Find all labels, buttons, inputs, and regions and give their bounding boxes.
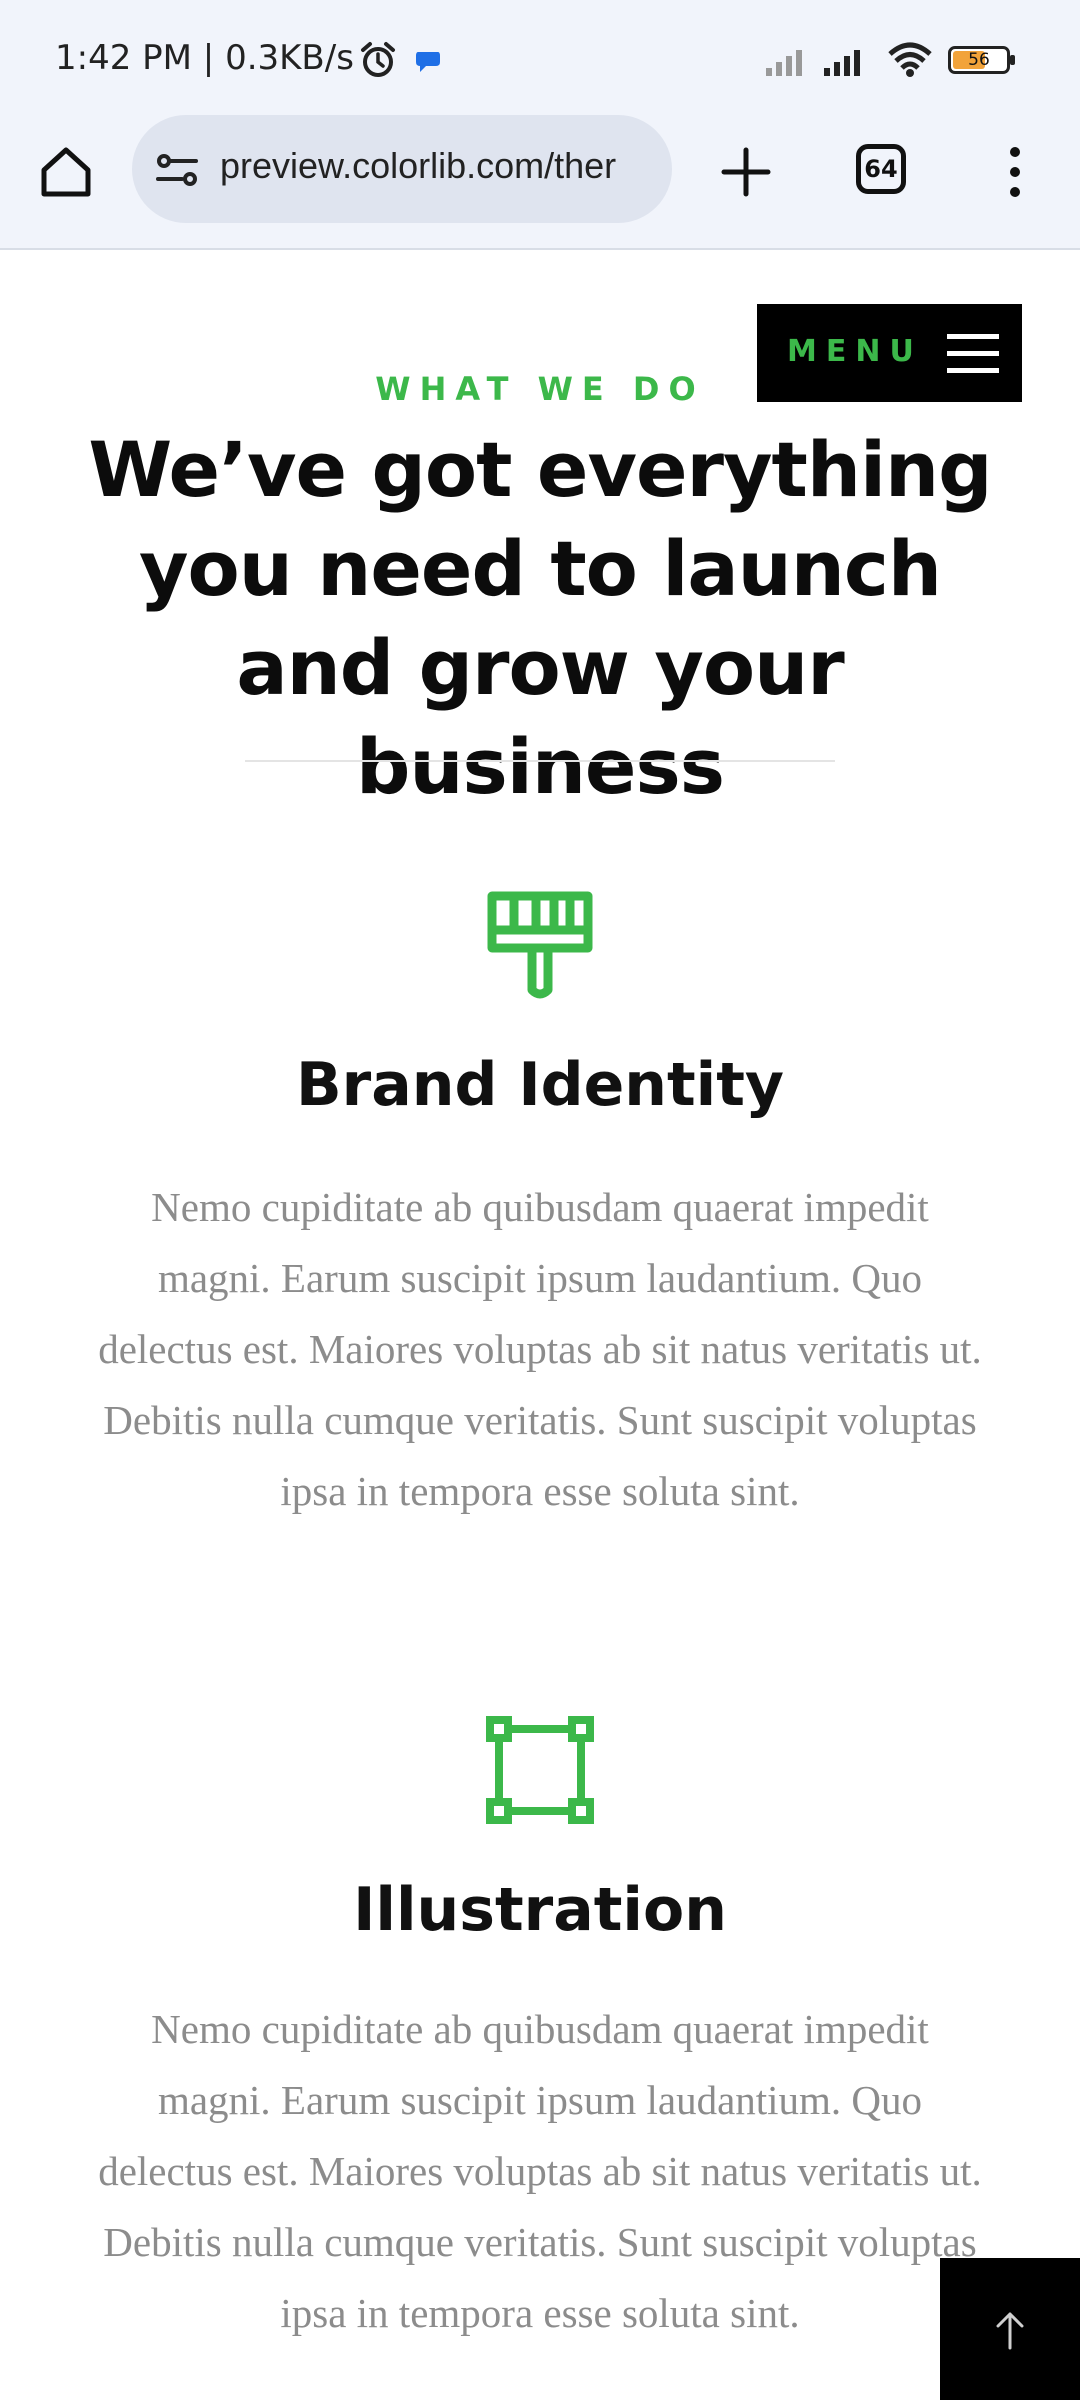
back-to-top-button[interactable] (940, 2258, 1080, 2400)
alarm-icon (361, 42, 395, 77)
service-title: Brand Identity (295, 1050, 785, 1120)
home-icon[interactable] (36, 142, 96, 202)
wifi-icon (888, 42, 932, 77)
status-bar: 1:42 PM | 0.3KB/s 56 (0, 0, 1080, 118)
service-item: Illustration Nemo cupiditate ab quibusda… (0, 1710, 1080, 2400)
signal-icon (766, 50, 860, 76)
site-settings-icon[interactable] (154, 147, 200, 193)
arrow-up-icon (996, 2312, 1024, 2350)
section-divider (245, 760, 835, 762)
vector-square-icon (486, 1716, 594, 1824)
menu-label: MENU (787, 334, 923, 369)
paint-brush-icon (487, 891, 593, 999)
battery-level: 56 (968, 50, 990, 70)
menu-button[interactable]: MENU (757, 304, 1022, 402)
tabs-icon[interactable]: 64 (856, 144, 912, 200)
service-title: Illustration (353, 1875, 727, 1945)
status-time: 1:42 PM | 0.3KB/s (55, 38, 354, 78)
new-tab-icon[interactable] (716, 142, 776, 202)
url-text[interactable]: preview.colorlib.com/ther (220, 145, 655, 195)
tab-count: 64 (856, 144, 906, 194)
address-bar[interactable]: preview.colorlib.com/ther (132, 115, 672, 223)
section-headline: We’ve got everything you need to launch … (88, 425, 992, 811)
notification-icon (416, 52, 440, 72)
battery-icon: 56 (948, 46, 1015, 74)
service-description: Nemo cupiditate ab quibusdam quaerat imp… (98, 2006, 982, 2336)
more-icon[interactable] (1000, 142, 1030, 202)
hamburger-icon (947, 334, 999, 373)
service-description: Nemo cupiditate ab quibusdam quaerat imp… (98, 1184, 982, 1514)
service-item: Brand Identity Nemo cupiditate ab quibus… (0, 880, 1080, 1600)
